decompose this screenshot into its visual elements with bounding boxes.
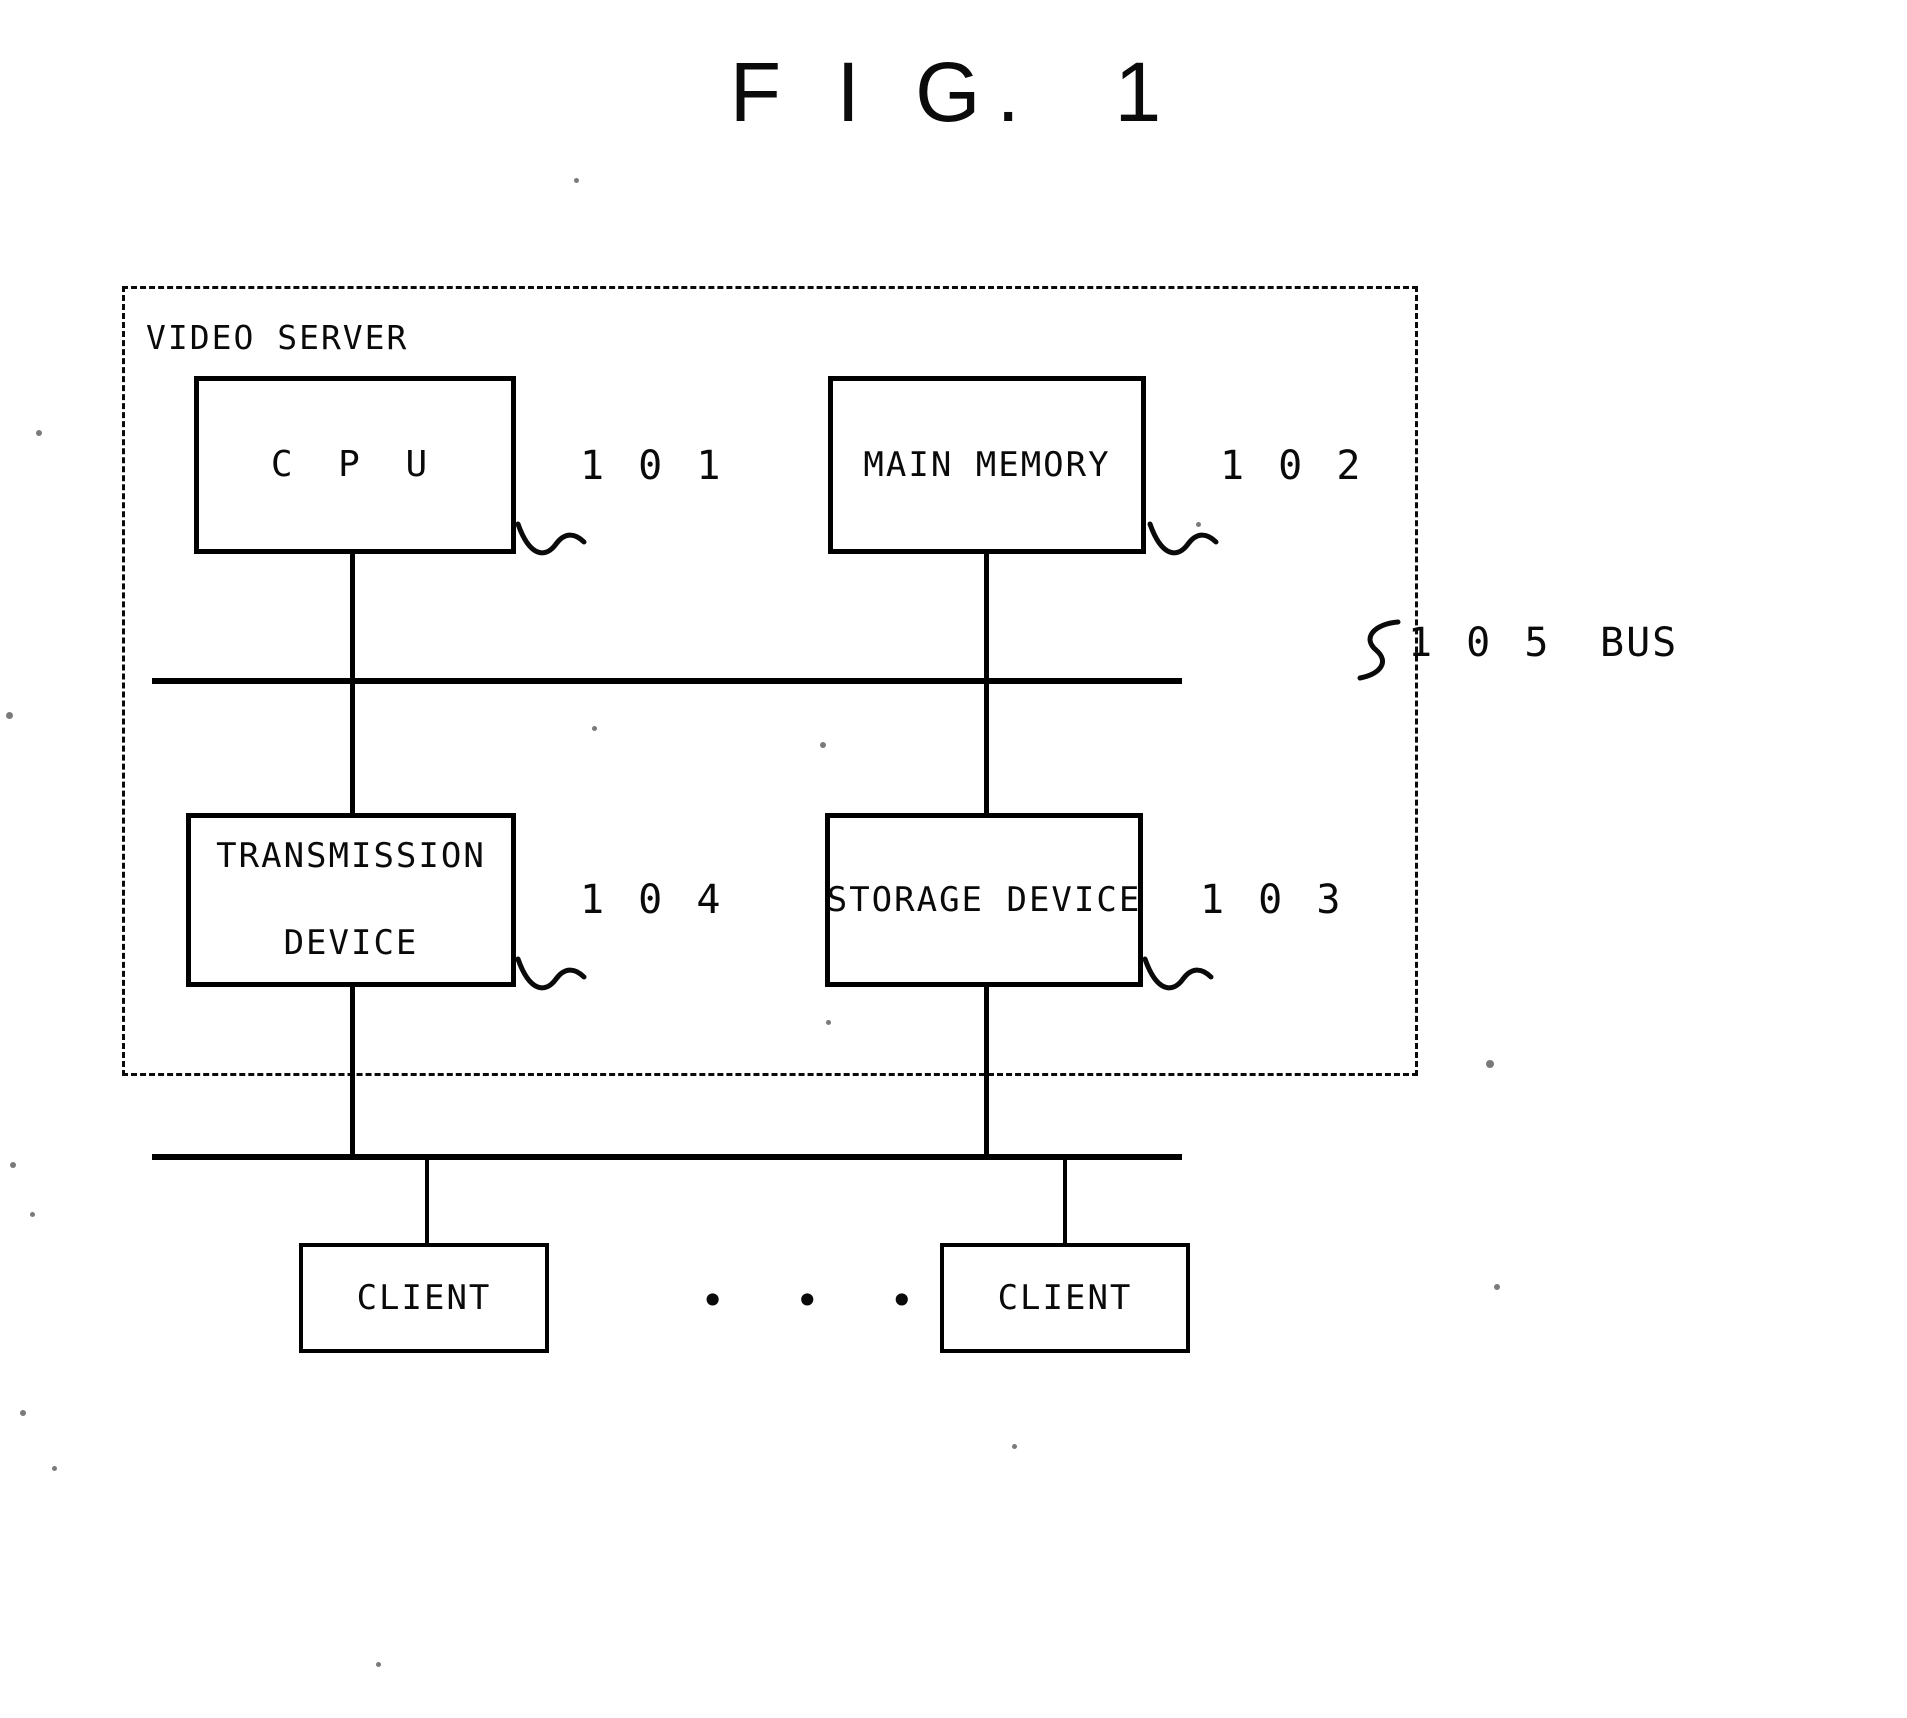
scan-speckle (592, 726, 597, 731)
block-storage-device: STORAGE DEVICE (825, 813, 1143, 987)
wire-network-to-client-2 (1063, 1157, 1067, 1243)
scan-speckle (826, 1020, 831, 1025)
wire-transmission-to-network (350, 987, 355, 1157)
bus-line (152, 678, 1182, 684)
scan-speckle (30, 1212, 35, 1217)
block-cpu-label: C P U (270, 443, 440, 485)
wire-bus-to-storage (984, 682, 989, 813)
block-client-1-label: CLIENT (356, 1277, 492, 1318)
video-server-label: VIDEO SERVER (146, 318, 409, 357)
block-client-1: CLIENT (299, 1243, 549, 1353)
block-client-2: CLIENT (940, 1243, 1190, 1353)
scan-speckle (36, 430, 42, 436)
block-transmission-device-label-line1: TRANSMISSION (216, 836, 486, 877)
wire-storage-to-network (984, 987, 989, 1157)
scan-speckle (10, 1162, 16, 1168)
reference-number-101: 1 0 1 (580, 443, 726, 489)
wire-cpu-to-bus (350, 554, 355, 682)
scan-speckle (574, 178, 579, 183)
reference-number-103: 1 0 3 (1200, 877, 1346, 923)
clients-ellipsis: • • • (700, 1276, 937, 1325)
block-cpu: C P U (194, 376, 516, 554)
scan-speckle (1196, 522, 1201, 527)
bus-label: BUS (1600, 620, 1679, 666)
scan-speckle (376, 1662, 381, 1667)
scan-speckle (820, 742, 826, 748)
network-line (152, 1154, 1182, 1160)
block-transmission-device: TRANSMISSION DEVICE (186, 813, 516, 987)
scan-speckle (52, 1466, 57, 1471)
wire-main-memory-to-bus (984, 554, 989, 682)
patent-figure: F I G. 1 VIDEO SERVER C P U 1 0 1 MAIN M… (0, 0, 1907, 1718)
block-main-memory-label: MAIN MEMORY (863, 444, 1111, 485)
reference-number-104: 1 0 4 (580, 877, 726, 923)
block-client-2-label: CLIENT (997, 1277, 1133, 1318)
scan-speckle (20, 1410, 26, 1416)
scan-speckle (6, 712, 13, 719)
wire-bus-to-transmission (350, 682, 355, 813)
figure-title: F I G. 1 (729, 45, 1178, 139)
block-storage-device-label: STORAGE DEVICE (826, 879, 1142, 920)
scan-speckle (1494, 1284, 1500, 1290)
reference-number-105: 1 0 5 (1408, 620, 1554, 666)
wire-network-to-client-1 (425, 1157, 429, 1243)
scan-speckle (1012, 1444, 1017, 1449)
reference-number-102: 1 0 2 (1220, 443, 1366, 489)
block-transmission-device-label-line2: DEVICE (283, 923, 419, 963)
block-main-memory: MAIN MEMORY (828, 376, 1146, 554)
scan-speckle (1486, 1060, 1494, 1068)
